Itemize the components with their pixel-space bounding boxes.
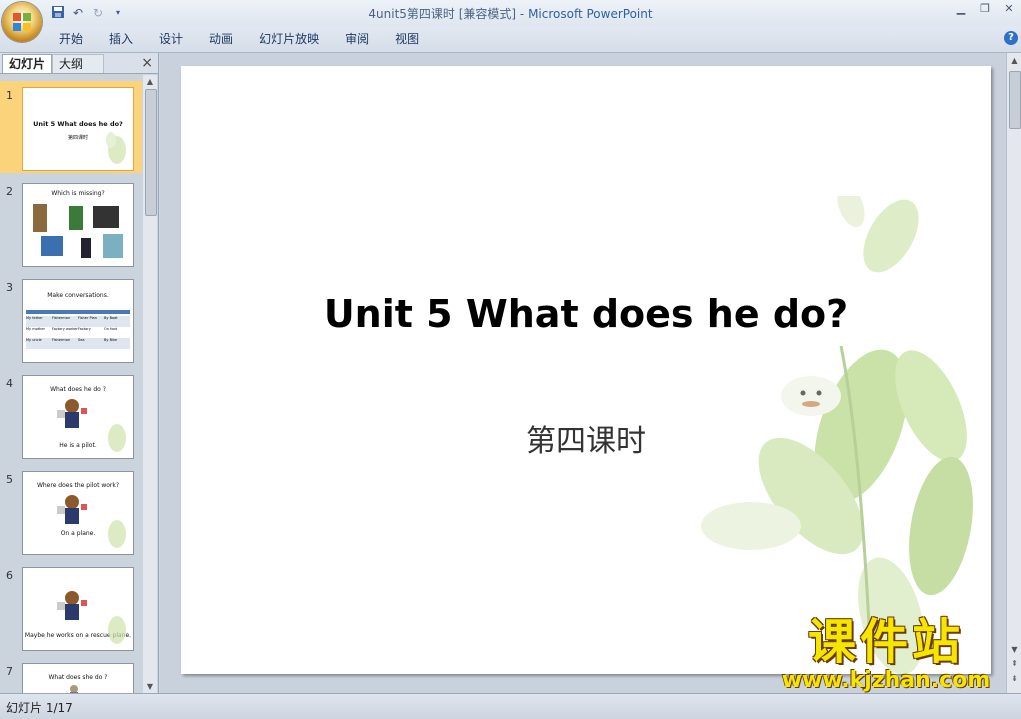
pilot-picture bbox=[57, 495, 87, 524]
slide-thumbnail[interactable]: Make conversations. My father Fisherman Fi… bbox=[22, 279, 134, 363]
thumbnail-title: Unit 5 What does he do? bbox=[33, 120, 123, 128]
document-title: 4unit5第四课时 [兼容模式] bbox=[368, 7, 517, 21]
slide-title[interactable]: Unit 5 What does he do? bbox=[181, 292, 991, 336]
pilot-picture bbox=[57, 399, 87, 428]
slide-thumbnail[interactable]: Which is missing? bbox=[22, 183, 134, 267]
table-cell: Factory worker bbox=[52, 327, 78, 331]
leaf-decoration bbox=[108, 616, 126, 644]
slides-panel: 幻灯片 大纲 × 1 Unit 5 What does he do? 第四课时 … bbox=[0, 53, 159, 693]
thumbnail-number: 7 bbox=[6, 665, 13, 678]
thumbnail-item[interactable]: 5 Where does the pilot work? On a plane. bbox=[0, 465, 142, 557]
tab-slideshow[interactable]: 幻灯片放映 bbox=[246, 31, 332, 47]
slide-counter: 幻灯片 1/17 bbox=[6, 701, 73, 715]
scroll-down-icon[interactable]: ▼ bbox=[143, 682, 157, 691]
thumbnail-title: Make conversations. bbox=[47, 292, 109, 299]
table-cell: Fisherman bbox=[52, 316, 71, 320]
thumbnail-number: 4 bbox=[6, 377, 13, 390]
window-controls: ▁ ❐ ✕ bbox=[949, 0, 1021, 20]
ribbon-tabs: 开始 插入 设计 动画 幻灯片放映 审阅 视图 bbox=[46, 31, 432, 47]
editor-scrollbar[interactable]: ▲ ▼ ⇞ ⇟ bbox=[1006, 53, 1021, 693]
slide-thumbnail[interactable]: Maybe he works on a rescue plane. bbox=[22, 567, 134, 651]
slide-thumbnail[interactable]: Unit 5 What does he do? 第四课时 bbox=[22, 87, 134, 171]
thumbnail-number: 3 bbox=[6, 281, 13, 294]
window-title: 4unit5第四课时 [兼容模式] - Microsoft PowerPoint bbox=[0, 5, 1021, 22]
thumbnail-item[interactable]: 6 Maybe he works on a rescue plane. bbox=[0, 561, 142, 653]
scrollbar-thumb[interactable] bbox=[1009, 71, 1021, 129]
watermark-text: 课件站 bbox=[807, 614, 964, 670]
current-slide[interactable]: Unit 5 What does he do? 第四课时 bbox=[181, 66, 991, 674]
thumbnail-number: 5 bbox=[6, 473, 13, 486]
title-bar: ↶ ↻ ▾ 4unit5第四课时 [兼容模式] - Microsoft Powe… bbox=[0, 0, 1021, 26]
leaf-decoration bbox=[108, 424, 126, 452]
watermark-url: www.kjzhan.com bbox=[781, 668, 991, 693]
ribbon: 开始 插入 设计 动画 幻灯片放映 审阅 视图 ? bbox=[0, 26, 1021, 53]
tab-slides[interactable]: 幻灯片 bbox=[2, 54, 53, 73]
thumbnail-title: Where does the pilot work? bbox=[36, 482, 120, 489]
close-icon[interactable]: × bbox=[141, 55, 153, 71]
thumbnail-item[interactable]: 7 What does she do ? bbox=[0, 657, 142, 693]
table-cell: By Bike bbox=[104, 338, 118, 342]
tab-review[interactable]: 审阅 bbox=[332, 31, 382, 47]
status-bar: 幻灯片 1/17 bbox=[0, 693, 1021, 719]
watermark-logo: 课件站 www.kjzhan.com bbox=[770, 614, 1002, 696]
table-row: My uncle Fisherman Sea By Bike bbox=[26, 338, 130, 349]
thumbnail-item[interactable]: 2 Which is missing? bbox=[0, 177, 142, 269]
title-separator: - bbox=[516, 7, 529, 21]
office-button[interactable] bbox=[2, 2, 42, 42]
scroll-up-icon[interactable]: ▲ bbox=[1007, 56, 1021, 65]
tab-design[interactable]: 设计 bbox=[146, 31, 196, 47]
next-slide-icon[interactable]: ⇟ bbox=[1007, 674, 1021, 683]
slide-thumbnail[interactable]: Where does the pilot work? On a plane. bbox=[22, 471, 134, 555]
people-pictures bbox=[33, 204, 123, 258]
person-picture bbox=[70, 685, 78, 693]
table-row: My mother Factory worker Factory On foot bbox=[26, 327, 130, 338]
thumbnail-item[interactable]: 3 Make conversations. My father Fisherman… bbox=[0, 273, 142, 365]
app-name: Microsoft PowerPoint bbox=[528, 7, 653, 21]
slide-editor: Unit 5 What does he do? 第四课时 bbox=[160, 53, 1006, 693]
restore-icon[interactable]: ❐ bbox=[973, 0, 997, 18]
thumbnail-title: What does she do ? bbox=[48, 674, 108, 681]
table-cell: Factory bbox=[78, 327, 91, 331]
scroll-up-icon[interactable]: ▲ bbox=[143, 77, 157, 86]
thumbnail-item[interactable]: 4 What does he do ? He is a pilot. bbox=[0, 369, 142, 461]
table-cell: By Boat bbox=[104, 316, 118, 320]
tab-outline[interactable]: 大纲 bbox=[52, 54, 105, 73]
thumbnail-number: 1 bbox=[6, 89, 13, 102]
slide-thumbnail[interactable]: What does he do ? He is a pilot. bbox=[22, 375, 134, 459]
previous-slide-icon[interactable]: ⇞ bbox=[1007, 659, 1021, 668]
thumbnail-list: 1 Unit 5 What does he do? 第四课时 2 Which i… bbox=[0, 75, 142, 693]
help-icon[interactable]: ? bbox=[1004, 31, 1018, 45]
slide-subtitle[interactable]: 第四课时 bbox=[181, 416, 991, 460]
scroll-down-icon[interactable]: ▼ bbox=[1007, 645, 1021, 654]
table-cell: Fisher Plan bbox=[78, 316, 97, 320]
thumbnail-item[interactable]: 1 Unit 5 What does he do? 第四课时 bbox=[0, 81, 142, 173]
office-logo-icon bbox=[13, 13, 31, 31]
slide-thumbnail[interactable]: What does she do ? bbox=[22, 663, 134, 693]
table-row: My father Fisherman Fisher Plan By Boat bbox=[26, 316, 130, 327]
tab-home[interactable]: 开始 bbox=[46, 31, 96, 47]
scrollbar-thumb[interactable] bbox=[145, 89, 157, 216]
table-cell: Fisherman bbox=[52, 338, 71, 342]
tab-view[interactable]: 视图 bbox=[382, 31, 432, 47]
minimize-icon[interactable]: ▁ bbox=[949, 0, 973, 18]
table-header bbox=[26, 310, 130, 314]
table-cell: My uncle bbox=[26, 338, 42, 342]
leaf-decoration bbox=[108, 520, 126, 548]
table-cell: On foot bbox=[104, 327, 117, 331]
tab-insert[interactable]: 插入 bbox=[96, 31, 146, 47]
thumbnail-number: 2 bbox=[6, 185, 13, 198]
conversation-table: My father Fisherman Fisher Plan By Boat My … bbox=[26, 316, 130, 349]
panel-tabs: 幻灯片 大纲 × bbox=[0, 53, 158, 74]
table-cell: My father bbox=[26, 316, 43, 320]
close-icon[interactable]: ✕ bbox=[997, 0, 1021, 18]
table-cell: My mother bbox=[26, 327, 45, 331]
thumbnail-title: What does he do ? bbox=[50, 386, 106, 393]
leaf-decoration bbox=[106, 132, 126, 164]
tab-animations[interactable]: 动画 bbox=[196, 31, 246, 47]
thumbnail-title: Which is missing? bbox=[51, 190, 105, 197]
pilot-picture bbox=[57, 591, 87, 620]
thumbnail-number: 6 bbox=[6, 569, 13, 582]
thumbnail-scrollbar[interactable]: ▲ ▼ bbox=[143, 75, 157, 693]
table-cell: Sea bbox=[78, 338, 85, 342]
